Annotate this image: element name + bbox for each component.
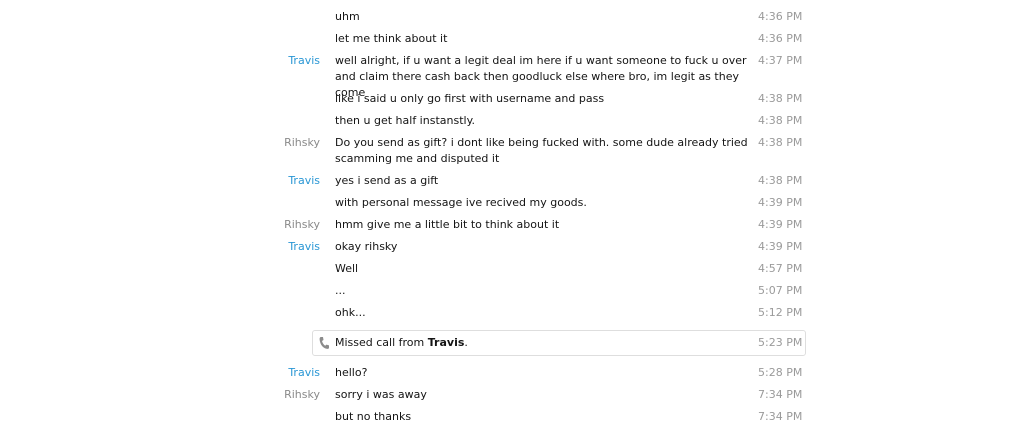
message-sender[interactable]: Rihsky bbox=[284, 135, 320, 151]
missed-call-text: Missed call from Travis. bbox=[335, 335, 468, 351]
message-sender[interactable]: Travis bbox=[288, 365, 320, 381]
message-timestamp: 4:38 PM bbox=[758, 92, 803, 105]
missed-call-suffix: . bbox=[464, 336, 468, 349]
message-timestamp: 4:38 PM bbox=[758, 174, 803, 187]
message-text: hmm give me a little bit to think about … bbox=[335, 218, 560, 231]
message-text: sorry i was away bbox=[335, 388, 427, 401]
message-timestamp: 4:39 PM bbox=[758, 196, 803, 209]
missed-call-prefix: Missed call from bbox=[335, 336, 428, 349]
phone-icon bbox=[319, 337, 329, 349]
message-timestamp: 4:38 PM bbox=[758, 114, 803, 127]
message-timestamp: 4:36 PM bbox=[758, 10, 803, 23]
message-text: ohk... bbox=[335, 306, 366, 319]
message-text: then u get half instanstly. bbox=[335, 114, 476, 127]
message-timestamp: 5:28 PM bbox=[758, 366, 803, 379]
message-timestamp: 4:38 PM bbox=[758, 136, 803, 149]
message-sender[interactable]: Travis bbox=[288, 239, 320, 255]
message-text: Well bbox=[335, 262, 359, 275]
message-text: with personal message ive recived my goo… bbox=[335, 196, 587, 209]
message-text: like i said u only go first with usernam… bbox=[335, 92, 605, 105]
message-timestamp: 7:34 PM bbox=[758, 410, 803, 423]
message-timestamp: 5:23 PM bbox=[758, 336, 803, 349]
chat-history: uhm 4:36 PM let me think about it 4:36 P… bbox=[0, 0, 1022, 431]
message-timestamp: 5:12 PM bbox=[758, 306, 803, 319]
message-timestamp: 4:39 PM bbox=[758, 218, 803, 231]
message-text: Do you send as gift? i dont like being f… bbox=[335, 136, 748, 165]
message-text: let me think about it bbox=[335, 32, 448, 45]
message-sender[interactable]: Travis bbox=[288, 173, 320, 189]
message-text: hello? bbox=[335, 366, 368, 379]
message-timestamp: 4:37 PM bbox=[758, 54, 803, 67]
message-timestamp: 4:36 PM bbox=[758, 32, 803, 45]
message-sender[interactable]: Travis bbox=[288, 53, 320, 69]
missed-call-caller[interactable]: Travis bbox=[428, 336, 465, 349]
message-text: but no thanks bbox=[335, 410, 412, 423]
message-sender[interactable]: Rihsky bbox=[284, 217, 320, 233]
message-timestamp: 4:57 PM bbox=[758, 262, 803, 275]
missed-call-notice[interactable]: Missed call from Travis. 5:23 PM bbox=[312, 330, 806, 356]
message-text: uhm bbox=[335, 10, 360, 23]
message-timestamp: 4:39 PM bbox=[758, 240, 803, 253]
message-text: okay rihsky bbox=[335, 240, 398, 253]
message-sender[interactable]: Rihsky bbox=[284, 387, 320, 403]
message-timestamp: 7:34 PM bbox=[758, 388, 803, 401]
message-timestamp: 5:07 PM bbox=[758, 284, 803, 297]
message-text: yes i send as a gift bbox=[335, 174, 439, 187]
message-text: ... bbox=[335, 284, 346, 297]
